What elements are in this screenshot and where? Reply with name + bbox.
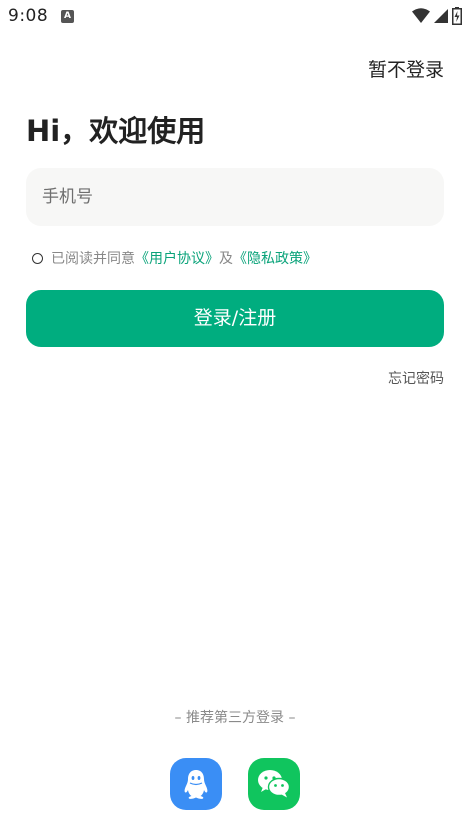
battery-icon bbox=[452, 7, 462, 25]
signal-icon bbox=[434, 9, 448, 23]
qq-login-button[interactable] bbox=[170, 758, 222, 810]
status-time: 9:08 bbox=[8, 6, 49, 26]
status-icons bbox=[412, 6, 462, 26]
agreement-row: 已阅读并同意 《用户协议》 及 《隐私政策》 bbox=[32, 248, 317, 268]
page-title: Hi，欢迎使用 bbox=[26, 114, 206, 148]
forgot-password-link[interactable]: 忘记密码 bbox=[388, 368, 444, 388]
user-agreement-link[interactable]: 《用户协议》 bbox=[135, 248, 219, 268]
wechat-icon bbox=[258, 770, 291, 798]
login-register-button[interactable]: 登录/注册 bbox=[26, 290, 444, 347]
phone-input[interactable] bbox=[42, 168, 422, 226]
agreement-radio[interactable] bbox=[32, 252, 43, 264]
phone-field-container bbox=[26, 168, 444, 226]
third-party-login-label: – 推荐第三方登录 – bbox=[174, 710, 296, 726]
agreement-prefix: 已阅读并同意 bbox=[51, 251, 135, 267]
privacy-policy-link[interactable]: 《隐私政策》 bbox=[233, 248, 317, 268]
wechat-login-button[interactable] bbox=[248, 758, 300, 810]
a-icon: A bbox=[61, 10, 74, 23]
skip-login-button[interactable]: 暂不登录 bbox=[368, 55, 444, 82]
wifi-icon bbox=[412, 8, 430, 23]
qq-icon bbox=[184, 770, 208, 799]
agreement-conjunction: 及 bbox=[219, 251, 233, 267]
status-bar: 9:08 A bbox=[0, 0, 470, 32]
